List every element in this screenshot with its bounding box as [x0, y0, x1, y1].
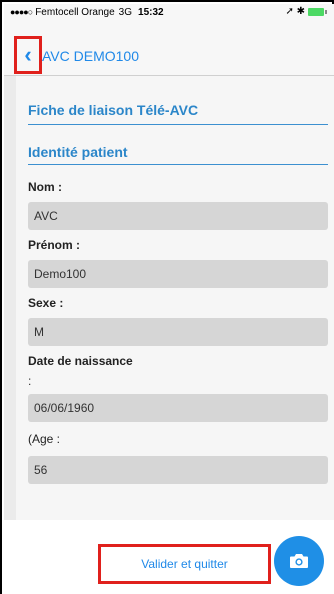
network-type: 3G	[118, 6, 133, 18]
back-button[interactable]: ‹	[14, 36, 42, 74]
signal-strength-icon: ●●●●○	[10, 7, 33, 17]
age-label: (Age :	[28, 432, 61, 446]
form-title: Fiche de liaison Télé-AVC	[28, 102, 199, 118]
dob-label-colon: :	[28, 374, 32, 388]
sexe-field[interactable]: M	[28, 318, 328, 346]
nav-title: AVC DEMO100	[42, 48, 139, 64]
prenom-label: Prénom :	[28, 238, 81, 252]
battery-icon	[308, 7, 327, 16]
patient-form: Fiche de liaison Télé-AVC Identité patie…	[16, 76, 334, 520]
camera-icon	[290, 554, 308, 568]
location-bluetooth-icon: ➚ ✱	[285, 6, 305, 17]
camera-button[interactable]	[274, 536, 324, 586]
bottom-action-bar: Valider et quitter	[4, 520, 334, 594]
section-divider	[28, 164, 328, 165]
form-title-divider	[28, 124, 328, 125]
status-indicators: ➚ ✱	[285, 6, 327, 17]
age-field[interactable]: 56	[28, 456, 328, 484]
nom-label: Nom :	[28, 180, 62, 194]
prenom-field[interactable]: Demo100	[28, 260, 328, 288]
status-bar: ●●●●○ Femtocell Orange 3G 15:32 ➚ ✱	[4, 4, 334, 20]
carrier-name: Femtocell Orange	[35, 6, 115, 18]
chevron-left-icon: ‹	[24, 42, 32, 67]
scroll-content[interactable]: Fiche de liaison Télé-AVC Identité patie…	[4, 76, 334, 520]
validate-and-quit-button[interactable]: Valider et quitter	[98, 544, 271, 584]
app-frame: ●●●●○ Femtocell Orange 3G 15:32 ➚ ✱ ‹ AV…	[0, 0, 334, 594]
dob-field[interactable]: 06/06/1960	[28, 394, 328, 422]
status-time: 15:32	[138, 6, 164, 18]
section-title-identity: Identité patient	[28, 144, 128, 160]
nom-field[interactable]: AVC	[28, 202, 328, 230]
sexe-label: Sexe :	[28, 296, 64, 310]
navigation-bar: ‹ AVC DEMO100	[4, 20, 334, 76]
dob-label: Date de naissance	[28, 354, 133, 368]
